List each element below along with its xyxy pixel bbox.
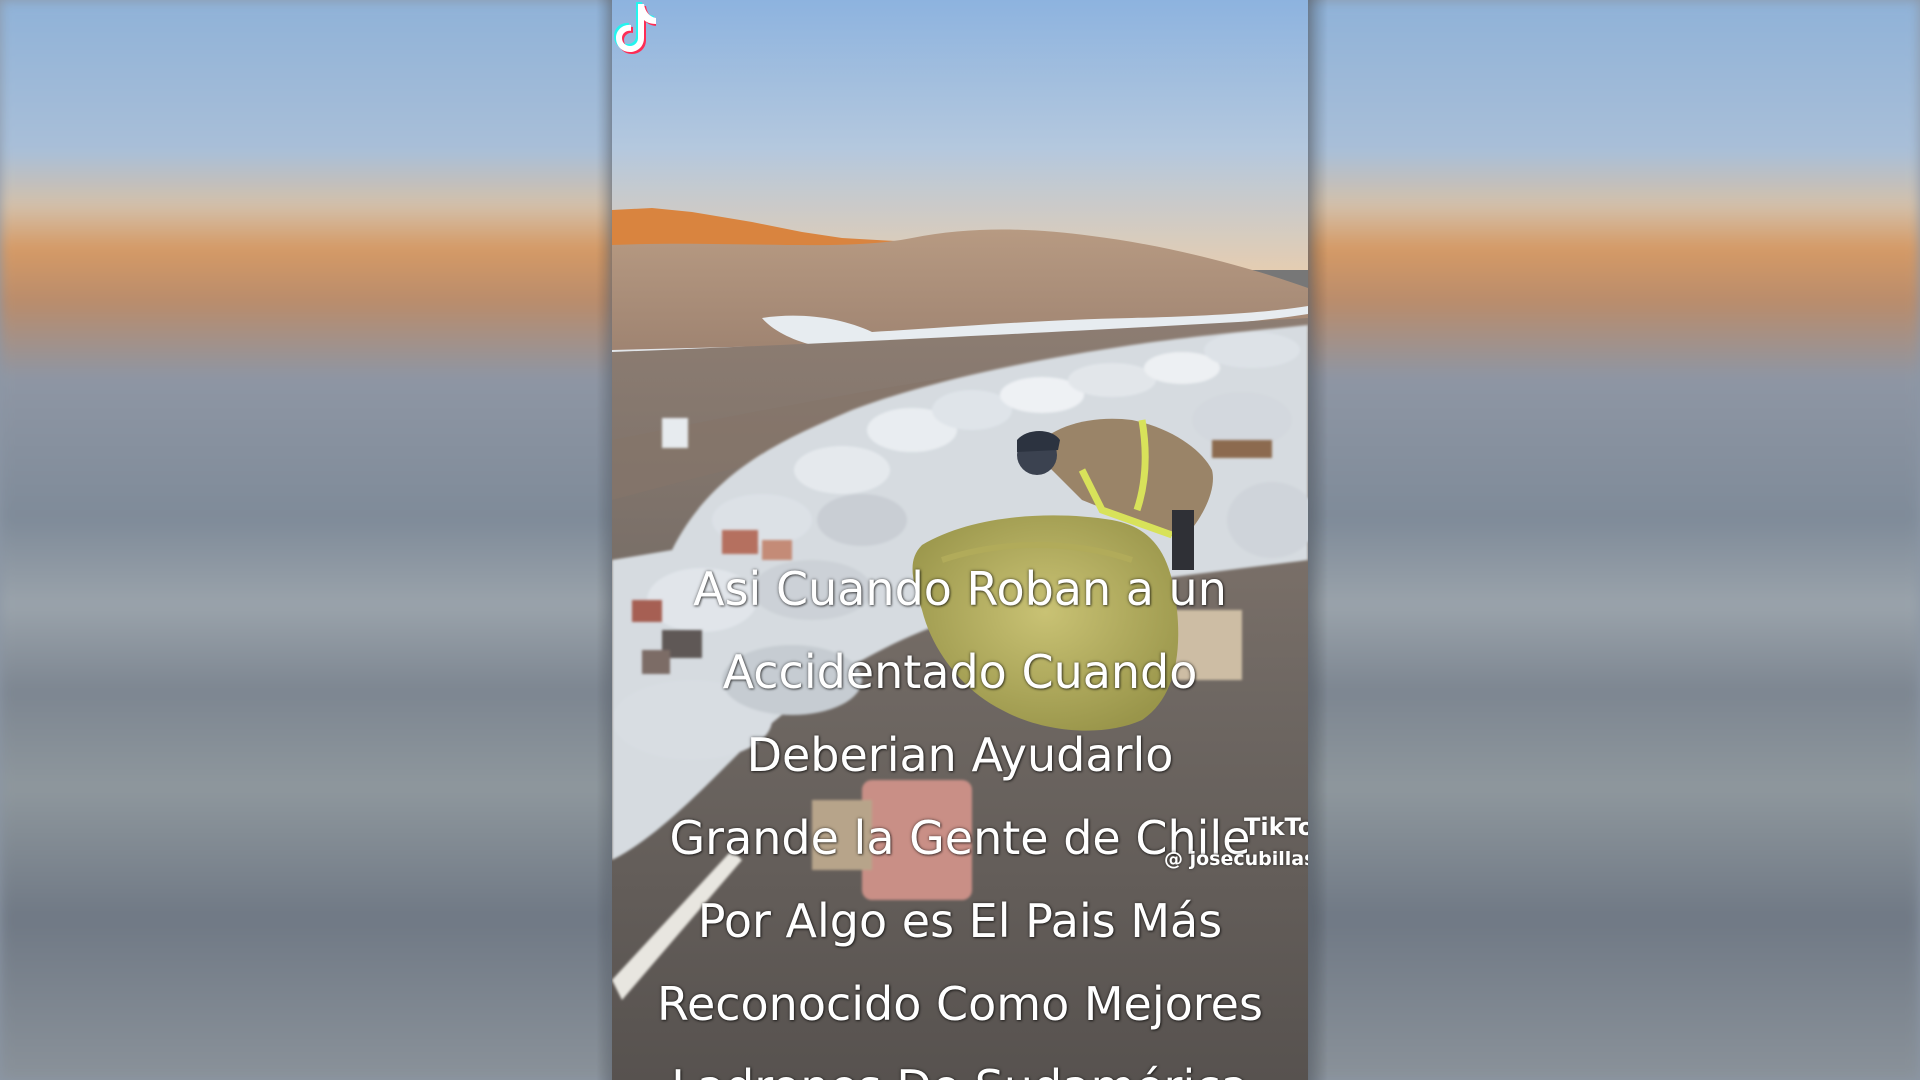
- tiktok-handle: @ josecubillas: [1164, 848, 1308, 870]
- caption-line: Ladrones De Sudamérica: [612, 1046, 1308, 1080]
- tiktok-brand: TikTok: [1244, 813, 1308, 841]
- caption-line: Accidentado Cuando: [722, 645, 1198, 699]
- video-frame: Asi Cuando Roban a un Accidentado Cuando…: [612, 0, 1308, 1080]
- blurred-background-right: [1308, 0, 1920, 1080]
- caption-line: Reconocido Como Mejores: [657, 977, 1263, 1031]
- caption-line: Deberian Ayudarlo: [746, 728, 1174, 782]
- caption: Asi Cuando Roban a un Accidentado Cuando…: [612, 548, 1308, 1080]
- caption-line: Asi Cuando Roban a un: [693, 562, 1227, 616]
- tiktok-logo-icon: [614, 2, 656, 54]
- caption-line: Por Algo es El Pais Más: [697, 894, 1223, 948]
- blurred-background-left: [0, 0, 612, 1080]
- frame-shadow-right: [1308, 0, 1328, 1080]
